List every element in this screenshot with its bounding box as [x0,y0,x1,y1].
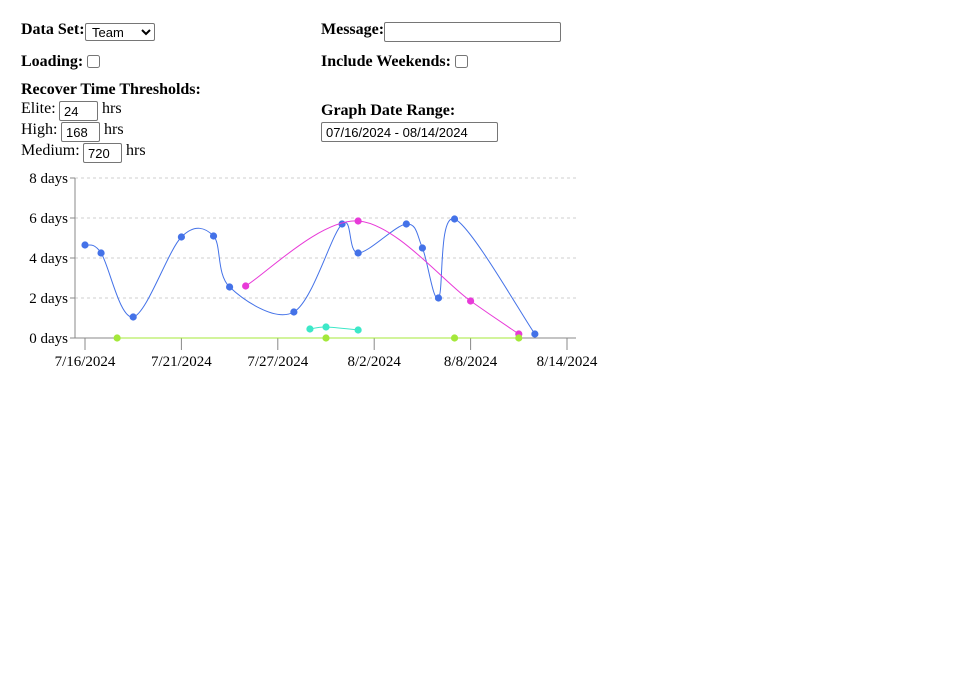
x-tick-label: 7/16/2024 [55,354,116,370]
y-tick-label: 6 days [29,211,68,227]
y-tick-label: 4 days [29,251,68,267]
elite-threshold-input[interactable] [59,101,98,121]
y-tick-label: 0 days [29,331,68,347]
data-point [97,249,105,257]
data-point [322,323,330,331]
data-point [209,232,218,240]
data-point [450,334,459,342]
x-tick-label: 8/14/2024 [537,354,598,370]
message-label: Message: [321,21,385,38]
data-point [81,241,89,249]
data-point [402,220,410,228]
loading-label: Loading: [21,53,84,70]
data-set-select[interactable]: Team [85,23,155,41]
data-point [354,326,362,334]
series-line [245,220,520,335]
data-point [290,308,298,316]
elite-unit: hrs [102,100,122,117]
thresholds-title: Recover Time Thresholds: [21,81,201,98]
data-point [177,233,185,241]
x-tick-label: 7/21/2024 [151,354,212,370]
y-tick-label: 8 days [29,171,68,187]
data-point [450,215,459,223]
loading-checkbox[interactable] [87,55,100,68]
data-point [322,334,330,342]
series-line [84,218,536,335]
data-point [226,283,234,291]
x-tick-label: 8/2/2024 [348,354,402,370]
data-set-label: Data Set: [21,21,85,38]
data-point [354,217,362,225]
series-line [309,326,359,331]
recovery-time-chart: 0 days 2 days 4 days 6 days 8 days 7/16/2024 7… [29,171,598,370]
data-point [418,244,426,252]
high-label: High: [21,121,58,138]
medium-label: Medium: [21,142,80,159]
data-point [306,325,314,333]
date-range-label: Graph Date Range: [321,102,456,119]
data-point [129,313,137,321]
data-point [354,249,362,257]
data-point [515,334,523,342]
date-range-input[interactable] [321,122,498,142]
message-input[interactable] [384,22,561,42]
data-point [242,282,250,290]
data-point [467,297,475,305]
y-tick-label: 2 days [29,291,68,307]
elite-label: Elite: [21,100,56,117]
data-point [434,294,443,302]
medium-unit: hrs [126,142,146,159]
include-weekends-label: Include Weekends: [321,53,451,70]
data-point [531,330,539,338]
high-unit: hrs [104,121,124,138]
medium-threshold-input[interactable] [83,143,122,163]
x-tick-label: 7/27/2024 [247,354,308,370]
high-threshold-input[interactable] [61,122,100,142]
include-weekends-checkbox[interactable] [455,55,468,68]
data-point [113,334,121,342]
x-tick-label: 8/8/2024 [444,354,498,370]
